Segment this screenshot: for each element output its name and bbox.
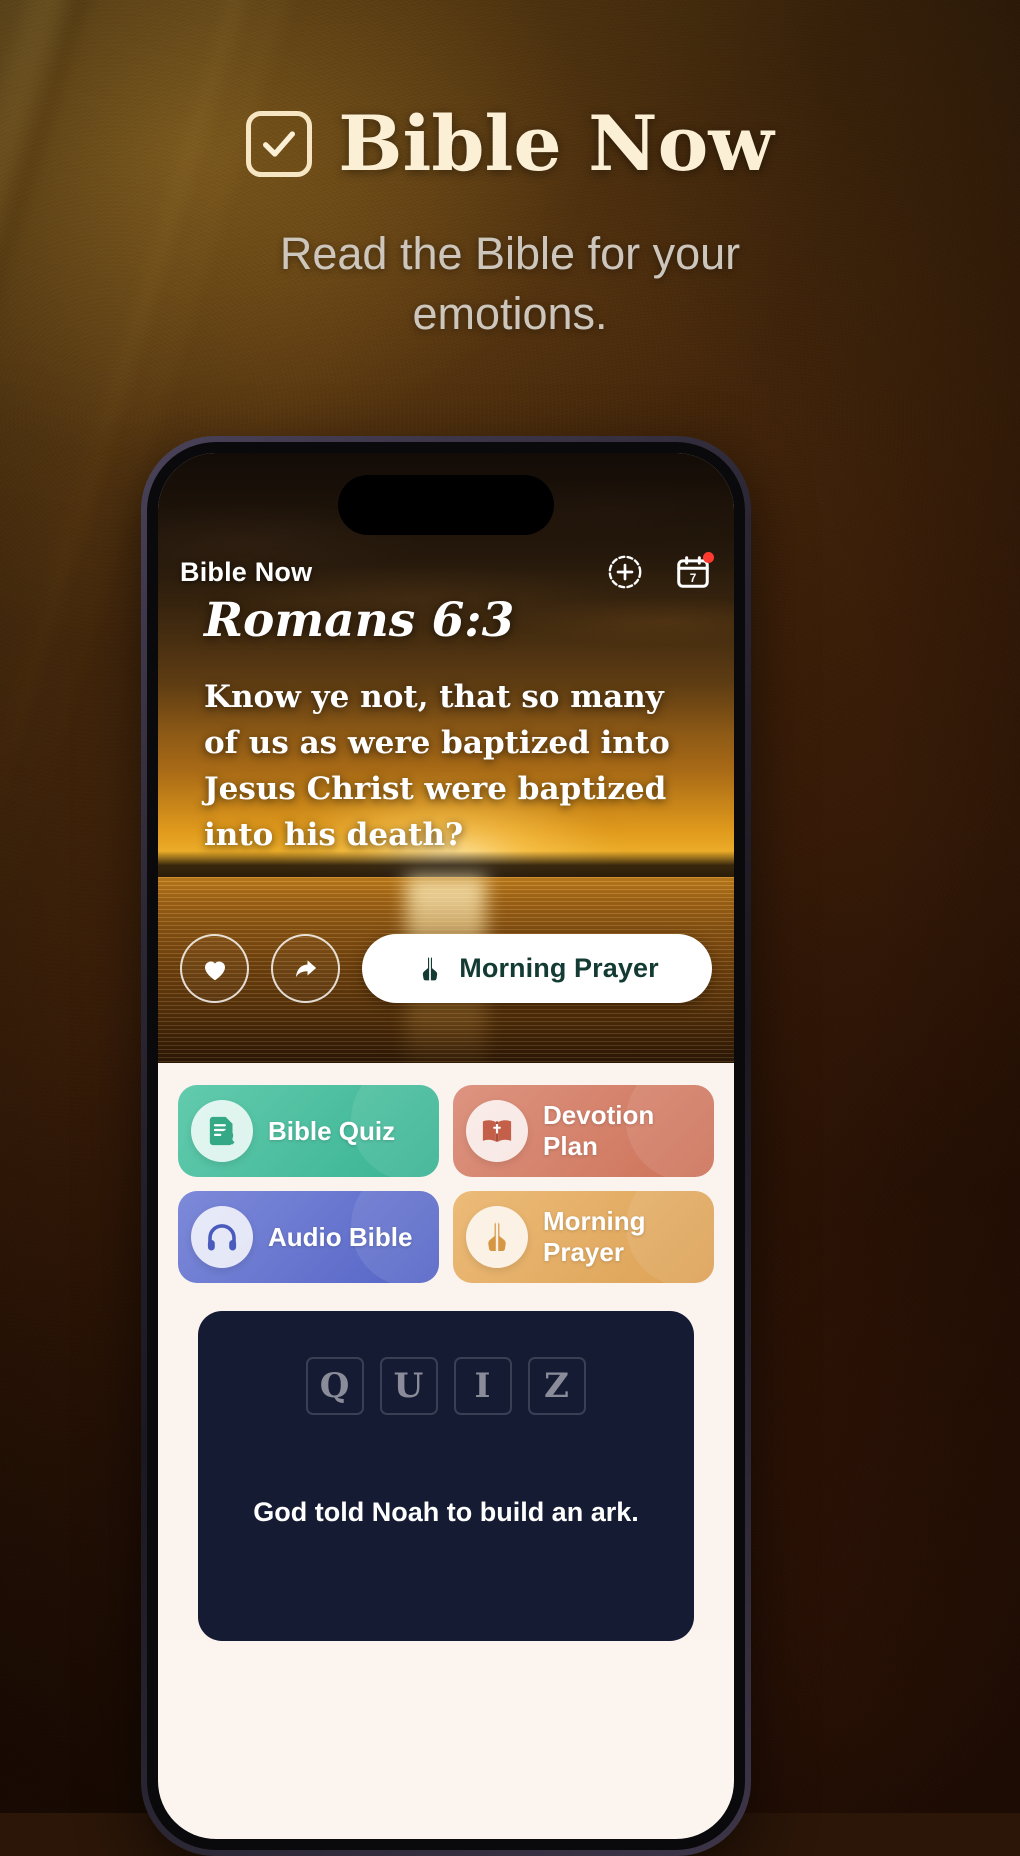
add-circle-icon[interactable] — [606, 553, 644, 591]
page-title: Bible Now — [338, 99, 774, 188]
quiz-letter-box: U — [380, 1357, 438, 1415]
praying-hands-icon — [466, 1206, 528, 1268]
app-name-label: Bible Now — [180, 556, 313, 587]
app-bar: Bible Now 7 — [158, 552, 734, 591]
hero-subtitle: Read the Bible for your emotions. — [279, 228, 741, 339]
calendar-icon[interactable]: 7 — [674, 552, 714, 591]
quiz-question-text: God told Noah to build an ark. — [253, 1497, 639, 1527]
feature-label: Bible Quiz — [268, 1115, 396, 1146]
morning-prayer-label: Morning Prayer — [459, 953, 659, 983]
feature-label: Devotion Plan — [543, 1100, 655, 1161]
quiz-letter-box: I — [454, 1357, 512, 1415]
quiz-panel[interactable]: Q U I Z God told Noah to build an ark. — [198, 1311, 694, 1641]
content-sheet: Bible Quiz Devotion Plan Audio Bible Mor… — [158, 1063, 734, 1641]
phone-mockup: Bible Now 7 Romans 6:3 Know ye not, that… — [141, 436, 751, 1856]
feature-card-audio-bible[interactable]: Audio Bible — [178, 1191, 439, 1283]
share-icon[interactable] — [271, 934, 340, 1003]
praying-hands-icon — [423, 956, 438, 980]
calendar-day-number: 7 — [690, 572, 697, 585]
feature-grid: Bible Quiz Devotion Plan Audio Bible Mor… — [178, 1085, 714, 1283]
checkbox-check-icon — [246, 111, 313, 177]
verse-reference: Romans 6:3 — [204, 593, 515, 648]
phone-screen: Bible Now 7 Romans 6:3 Know ye not, that… — [158, 453, 734, 1839]
open-bible-icon — [466, 1100, 528, 1162]
quiz-letter-row: Q U I Z — [198, 1357, 694, 1415]
phone-bezel: Bible Now 7 Romans 6:3 Know ye not, that… — [147, 442, 745, 1850]
feature-label: Audio Bible — [268, 1221, 413, 1252]
feature-card-bible-quiz[interactable]: Bible Quiz — [178, 1085, 439, 1177]
quiz-letter-box: Z — [528, 1357, 586, 1415]
hero-section: Bible Now Read the Bible for your emotio… — [0, 0, 1020, 344]
quiz-letter-box: Q — [306, 1357, 364, 1415]
verse-text: Know ye not, that so many of us as were … — [204, 679, 670, 853]
dynamic-island — [338, 475, 554, 535]
heart-icon[interactable] — [180, 934, 249, 1003]
verse-hero-card: Bible Now 7 Romans 6:3 Know ye not, that… — [158, 453, 734, 1063]
quiz-document-icon — [191, 1100, 253, 1162]
morning-prayer-button[interactable]: Morning Prayer — [362, 934, 712, 1003]
appbar-icon-group: 7 — [606, 552, 714, 591]
feature-label: Morning Prayer — [543, 1206, 646, 1267]
headphones-icon — [191, 1206, 253, 1268]
hero-title-row: Bible Now — [0, 106, 1020, 182]
verse-action-row: Morning Prayer — [180, 934, 712, 1003]
notification-badge-dot — [703, 552, 714, 563]
feature-card-morning-prayer[interactable]: Morning Prayer — [453, 1191, 714, 1283]
feature-card-devotion-plan[interactable]: Devotion Plan — [453, 1085, 714, 1177]
